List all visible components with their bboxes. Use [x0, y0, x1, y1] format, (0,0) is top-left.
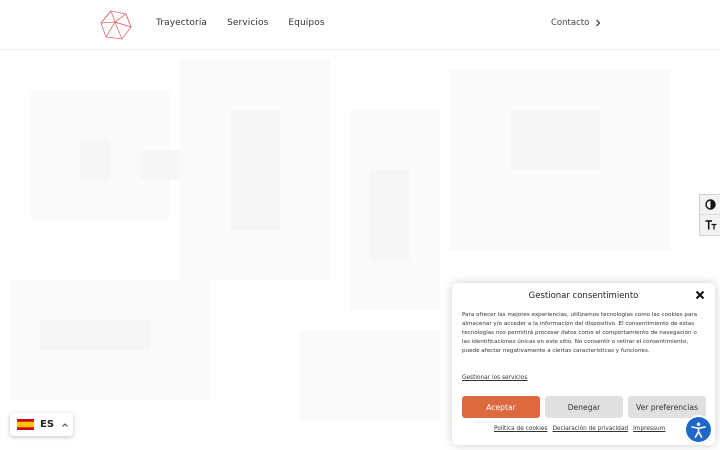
language-code: ES [40, 419, 55, 430]
chevron-right-icon [596, 19, 601, 27]
accessibility-toolbar [699, 194, 720, 236]
spain-flag-icon [17, 419, 34, 430]
contact-label: Contacto [551, 18, 590, 28]
accessibility-button[interactable] [686, 417, 711, 442]
language-switcher[interactable]: ES [10, 413, 73, 436]
accessibility-icon [691, 422, 706, 438]
consent-footer-links: Política de cookies Declaración de priva… [494, 426, 665, 432]
text-size-button[interactable] [700, 215, 720, 235]
contrast-icon [705, 199, 716, 210]
text-size-icon [705, 220, 716, 230]
close-icon[interactable] [695, 290, 705, 300]
site-logo[interactable] [100, 9, 132, 41]
contact-link[interactable]: Contacto [551, 18, 601, 28]
main-nav: Trayectoria Servicios Equipos [156, 18, 325, 28]
nav-item-equipos[interactable]: Equipos [288, 18, 324, 28]
nav-item-servicios[interactable]: Servicios [227, 18, 268, 28]
consent-title: Gestionar consentimiento [528, 291, 639, 301]
chevron-up-icon [62, 422, 68, 427]
consent-buttons: Aceptar Denegar Ver preferencias [462, 396, 706, 418]
deny-button[interactable]: Denegar [545, 396, 623, 418]
impressum-link[interactable]: Impressum [633, 426, 665, 432]
nav-item-trayectoria[interactable]: Trayectoria [156, 18, 207, 28]
privacy-statement-link[interactable]: Declaración de privacidad [552, 426, 628, 432]
manage-services-link[interactable]: Gestionar los servicios [462, 375, 527, 381]
accept-button[interactable]: Aceptar [462, 396, 540, 418]
site-header: Trayectoria Servicios Equipos Contacto [0, 0, 720, 50]
cookie-policy-link[interactable]: Política de cookies [494, 426, 547, 432]
cookie-consent-dialog: Gestionar consentimiento Para ofrecer la… [452, 283, 715, 445]
consent-body-text: Para ofrecer las mejores experiencias, u… [462, 312, 698, 354]
view-preferences-button[interactable]: Ver preferencias [628, 396, 706, 418]
contrast-toggle-button[interactable] [700, 195, 720, 216]
